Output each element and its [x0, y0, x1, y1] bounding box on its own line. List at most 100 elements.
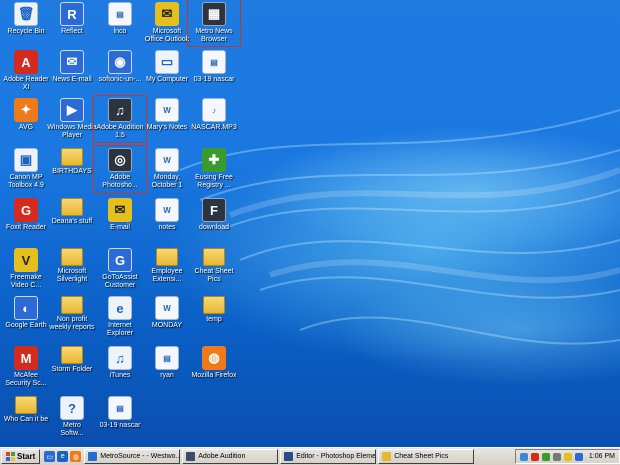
desktop-icon-label: Windows Media Player: [47, 124, 97, 139]
network-tray-icon[interactable]: [519, 452, 528, 461]
metro-news-browser-icon: ▦: [202, 2, 226, 26]
desktop-icon-label: Freemake Video C...: [10, 274, 42, 289]
desktop-icon-label: Cheat Sheet Pics: [194, 268, 234, 283]
quick-launch: ▭ e ◍: [44, 451, 82, 462]
desktop-icon-label: Eusing Free Registry ...: [195, 174, 233, 189]
desktop-icon-label: softonic-un-...: [98, 76, 142, 83]
desktop-icon-lnco[interactable]: ▤ lnco: [96, 2, 144, 36]
desktop-icon-label: GoToAssist Customer: [102, 274, 138, 289]
adobe-audition-icon: [186, 452, 196, 461]
desktop-icon-e-mail[interactable]: ✉ E-mail: [96, 198, 144, 232]
desktop-icon-deana-s-stuff[interactable]: Deana's stuff: [48, 198, 96, 226]
desktop-icon-notes[interactable]: Wnotes: [143, 198, 191, 232]
desktop-icon-microsoft-silverlight[interactable]: Microsoft Silverlight: [48, 248, 96, 284]
desktop-icon-birthdays[interactable]: BIRTHDAYS: [48, 148, 96, 176]
desktop-icon-label: lnco: [113, 28, 127, 35]
desktop-icon-non-profit-weekly-reports[interactable]: Non profit weekly reports: [48, 296, 96, 332]
taskbar-button[interactable]: MetroSource - - Westwo...: [84, 449, 181, 464]
desktop-icon-label: notes: [158, 224, 176, 231]
desktop-icon-metro-softw[interactable]: ? Metro Softw...: [48, 396, 96, 438]
desktop-icon-ryan[interactable]: ▤ ryan: [143, 346, 191, 380]
folder-icon: [15, 396, 37, 414]
desktop-icon-03-19-nascar[interactable]: ▤ 03-19 nascar: [190, 50, 238, 84]
desktop-icon-03-19-nascar[interactable]: ▤ 03-19 nascar: [96, 396, 144, 430]
desktop-icon-monday-october-1[interactable]: W Monday, October 1: [143, 148, 191, 190]
desktop-icon-google-earth[interactable]: ◐ Google Earth: [2, 296, 50, 330]
desktop-icon-temp[interactable]: temp: [190, 296, 238, 324]
desktop-icon-monday[interactable]: W MONDAY: [143, 296, 191, 330]
desktop-icon-adobe-audition-1-5[interactable]: ♫ Adobe Audition 1.5: [93, 95, 147, 143]
nascar-file-icon: ▤: [202, 50, 226, 74]
desktop-icon-nascar-mp3[interactable]: ♪ NASCAR.MP3: [190, 98, 238, 132]
folder-icon: [61, 198, 83, 216]
desktop-icon-label: Google Earth: [5, 322, 47, 329]
adobe-reader-icon: A: [14, 50, 38, 74]
canon-toolbox-icon: ▣: [14, 148, 38, 172]
taskbar-button[interactable]: Cheat Sheet Pics: [378, 449, 475, 464]
photoshop-icon: [284, 452, 294, 461]
desktop-icon-label: E-mail: [110, 224, 130, 231]
email-icon: ✉: [108, 198, 132, 222]
desktop-icon-foxit-reader[interactable]: G Foxit Reader: [2, 198, 50, 232]
desktop-icon-news-e-mail[interactable]: ✉ News E-mail: [48, 50, 96, 84]
taskbar-button[interactable]: Editor - Photoshop Eleme...: [280, 449, 377, 464]
firefox-quicklaunch-icon[interactable]: ◍: [70, 451, 82, 462]
desktop-icon-mcafee-security-sc[interactable]: M McAfee Security Sc...: [2, 346, 50, 388]
desktop-icon-microsoft-office-outlook[interactable]: ✉ Microsoft Office Outlook: [143, 2, 191, 44]
desktop-icon-adobe-reader-xi[interactable]: A Adobe Reader XI: [2, 50, 50, 92]
desktop-icon-label: Recycle Bin: [7, 28, 45, 35]
desktop-icon-employee-extensi[interactable]: Employee Extensi...: [143, 248, 191, 284]
clock[interactable]: 1:06 PM: [589, 453, 615, 460]
desktop-icon-mozilla-firefox[interactable]: ◍ Mozilla Firefox: [190, 346, 238, 380]
recycle-bin-icon: 🗑: [14, 2, 38, 26]
desktop-icon-freemake-video-c[interactable]: V Freemake Video C...: [2, 248, 50, 290]
desktop-icon-internet-explorer[interactable]: e Internet Explorer: [96, 296, 144, 338]
firefox-icon: ◍: [202, 346, 226, 370]
desktop-icon-windows-media-player[interactable]: ▶ Windows Media Player: [47, 98, 97, 140]
softonic-icon: ◉: [108, 50, 132, 74]
desktop-icon-label: MONDAY: [151, 322, 183, 329]
desktop-icon-storm-folder[interactable]: Storm Folder: [48, 346, 96, 374]
metro-software-icon: ?: [60, 396, 84, 420]
desktop-icon-mary-s-notes[interactable]: W Mary's Notes: [143, 98, 191, 132]
desktop-icon-label: AVG: [18, 124, 34, 131]
folder-icon: [61, 248, 83, 266]
desktop-icon-metro-news-browser[interactable]: ▦ Metro News Browser: [187, 0, 241, 47]
avg-tray-icon[interactable]: [541, 452, 550, 461]
update-tray-icon[interactable]: [574, 452, 583, 461]
security-tray-icon[interactable]: [530, 452, 539, 461]
start-button[interactable]: Start: [1, 449, 41, 464]
desktop-icon-adobe-photosho[interactable]: ◎ Adobe Photosho...: [93, 145, 147, 193]
ie-quicklaunch-icon[interactable]: e: [57, 451, 69, 462]
desktop-icon-who-can-it-be[interactable]: Who Can it be: [2, 396, 50, 424]
desktop-icon-reflect[interactable]: R Reflect: [48, 2, 96, 36]
desktop-icon-label: Mozilla Firefox: [191, 372, 237, 379]
desktop-icon-label: Non profit weekly reports: [49, 316, 95, 331]
desktop-icon-gotoassist-customer[interactable]: G GoToAssist Customer: [96, 248, 144, 290]
desktop-icon-itunes[interactable]: ♫ iTunes: [96, 346, 144, 380]
desktop-icon-recycle-bin[interactable]: 🗑 Recycle Bin: [2, 2, 50, 36]
desktop-icon-label: Adobe Audition 1.5: [96, 124, 144, 139]
adobe-photoshop-icon: ◎: [108, 148, 132, 172]
desktop-icon-avg[interactable]: ✦ AVG: [2, 98, 50, 132]
desktop-icon-download[interactable]: Fdownload: [190, 198, 238, 232]
printer-tray-icon[interactable]: [563, 452, 572, 461]
desktop-icon-cheat-sheet-pics[interactable]: Cheat Sheet Pics: [190, 248, 238, 284]
folder-icon: [203, 248, 225, 266]
desktop-icon-softonic-un[interactable]: ◉ softonic-un-...: [96, 50, 144, 84]
desktop-icon-my-computer[interactable]: ▭ My Computer: [143, 50, 191, 84]
desktop-icon-label: download: [199, 224, 229, 231]
desktop-icon-eusing-free-registry[interactable]: ✚ Eusing Free Registry ...: [190, 148, 238, 190]
desktop-icon-label: temp: [206, 316, 222, 323]
employee-folder-icon: [156, 248, 178, 266]
notes-doc-icon: W: [155, 198, 179, 222]
freemake-icon: V: [14, 248, 38, 272]
taskbar-button[interactable]: Adobe Audition: [182, 449, 279, 464]
outlook-icon: ✉: [155, 2, 179, 26]
desktop-quicklaunch-icon[interactable]: ▭: [44, 451, 56, 462]
folder-icon: [61, 296, 83, 314]
volume-tray-icon[interactable]: [552, 452, 561, 461]
desktop-icon-canon-mp-toolbox-4-9[interactable]: ▣ Canon MP Toolbox 4.9: [2, 148, 50, 190]
desktop-icon-label: Storm Folder: [51, 366, 93, 373]
folder-icon: [382, 452, 392, 461]
